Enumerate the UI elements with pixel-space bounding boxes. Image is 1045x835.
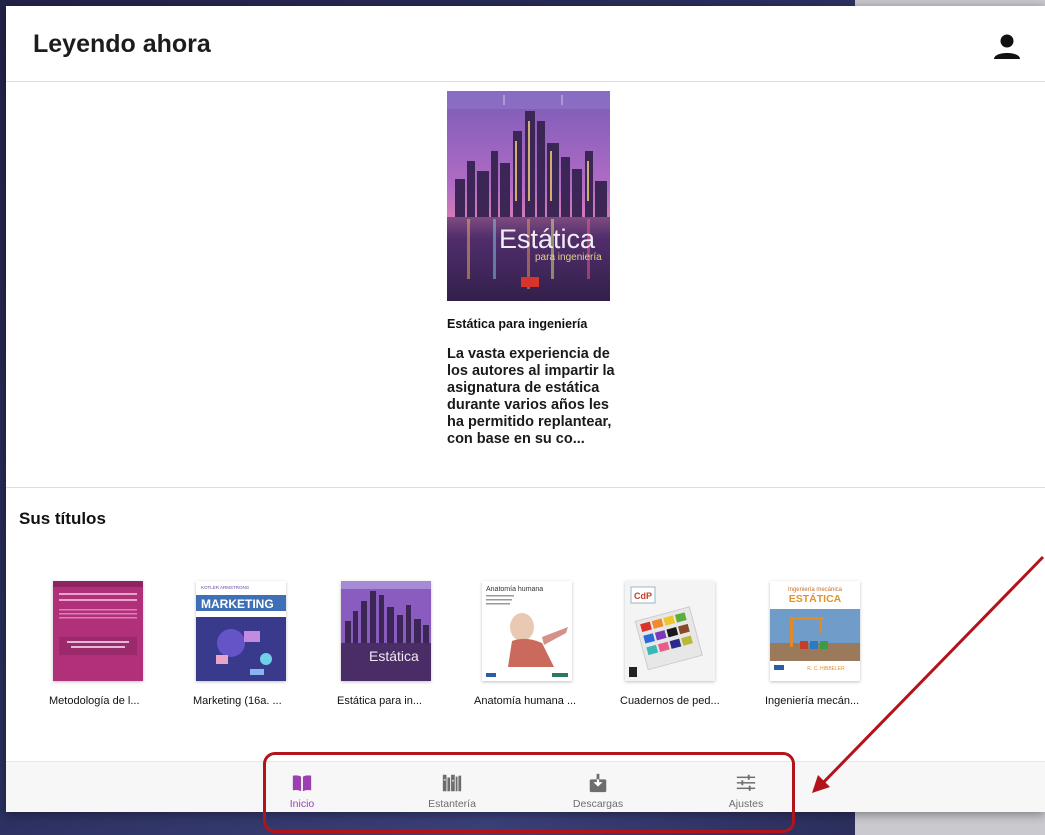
book-cover (53, 581, 143, 681)
current-book-cover[interactable]: Estática para ingeniería (447, 91, 610, 301)
book-cover: Anatomía humana (482, 581, 572, 681)
svg-text:Estática: Estática (369, 648, 419, 664)
book-title: Anatomía humana ... (474, 695, 577, 707)
svg-text:CdP: CdP (634, 591, 652, 601)
user-icon (994, 34, 1020, 59)
annotation-highlight-box (263, 752, 795, 833)
book-cover: CdP (625, 581, 715, 681)
user-account-button[interactable] (992, 32, 1022, 62)
book-cover: KOTLER ARMSTRONG MARKETING (196, 581, 286, 681)
svg-text:para ingeniería: para ingeniería (535, 252, 602, 263)
svg-text:Anatomía humana: Anatomía humana (486, 586, 543, 593)
book-cover: Estática (341, 581, 431, 681)
book-title: Marketing (16a. ... (193, 695, 282, 707)
svg-text:KOTLER ARMSTRONG: KOTLER ARMSTRONG (201, 585, 250, 590)
section-title: Sus títulos (19, 509, 106, 528)
book-title: Estática para in... (337, 695, 422, 707)
book-title: Cuadernos de ped... (620, 695, 720, 707)
book-title: Metodología de l... (49, 695, 140, 707)
section-divider (6, 487, 1045, 488)
svg-text:Estática: Estática (499, 224, 596, 254)
annotation-arrow (812, 555, 1045, 793)
page-title: Leyendo ahora (33, 30, 211, 58)
current-book-description: La vasta experiencia de los autores al i… (447, 346, 615, 447)
svg-text:MARKETING: MARKETING (201, 597, 274, 611)
current-book-title: Estática para ingeniería (447, 317, 588, 331)
header: Leyendo ahora (6, 6, 1045, 82)
